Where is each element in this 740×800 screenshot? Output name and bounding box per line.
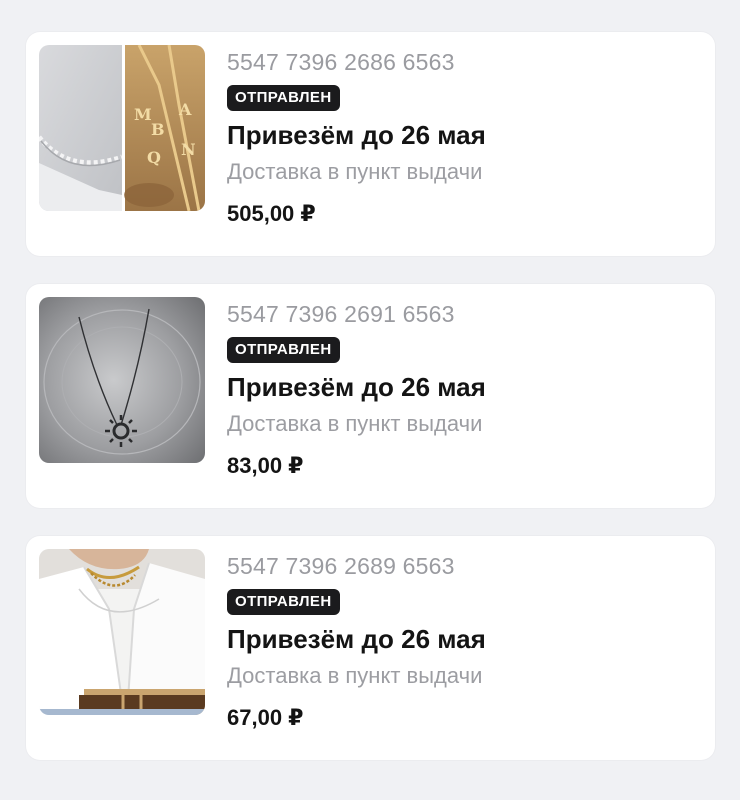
- delivery-method: Доставка в пункт выдачи: [227, 411, 483, 436]
- order-card[interactable]: 5547 7396 2689 6563 ОТПРАВЛЕН Привезём д…: [26, 536, 715, 760]
- delivery-date: Привезём до 26 мая: [227, 372, 486, 402]
- product-thumbnail[interactable]: [39, 297, 205, 463]
- svg-text:N: N: [181, 140, 196, 159]
- order-price: 505,00 ₽: [227, 201, 316, 226]
- delivery-method: Доставка в пункт выдачи: [227, 159, 483, 184]
- delivery-date: Привезём до 26 мая: [227, 120, 486, 150]
- delivery-date: Привезём до 26 мая: [227, 624, 486, 654]
- order-number: 5547 7396 2691 6563: [227, 301, 455, 327]
- order-price: 83,00 ₽: [227, 453, 304, 478]
- status-badge: ОТПРАВЛЕН: [227, 589, 340, 615]
- white-shirt-chain-photo-icon: [39, 549, 205, 715]
- sun-pendant-photo-icon: [39, 297, 205, 463]
- order-card[interactable]: 5547 7396 2691 6563 ОТПРАВЛЕН Привезём д…: [26, 284, 715, 508]
- status-badge: ОТПРАВЛЕН: [227, 337, 340, 363]
- svg-text:B: B: [151, 120, 165, 139]
- svg-text:M: M: [134, 105, 152, 124]
- order-price: 67,00 ₽: [227, 705, 304, 730]
- svg-text:A: A: [178, 100, 192, 119]
- product-thumbnail[interactable]: [39, 549, 205, 715]
- order-card[interactable]: M B A Q N 5547 7396 2686 6563 ОТПРАВЛЕН …: [26, 32, 715, 256]
- status-badge: ОТПРАВЛЕН: [227, 85, 340, 111]
- order-number: 5547 7396 2689 6563: [227, 553, 455, 579]
- order-list: M B A Q N 5547 7396 2686 6563 ОТПРАВЛЕН …: [26, 32, 715, 788]
- order-number: 5547 7396 2686 6563: [227, 49, 455, 75]
- necklace-letters-photo-icon: M B A Q N: [39, 45, 205, 211]
- svg-text:Q: Q: [147, 148, 161, 167]
- delivery-method: Доставка в пункт выдачи: [227, 663, 483, 688]
- product-thumbnail[interactable]: M B A Q N: [39, 45, 205, 211]
